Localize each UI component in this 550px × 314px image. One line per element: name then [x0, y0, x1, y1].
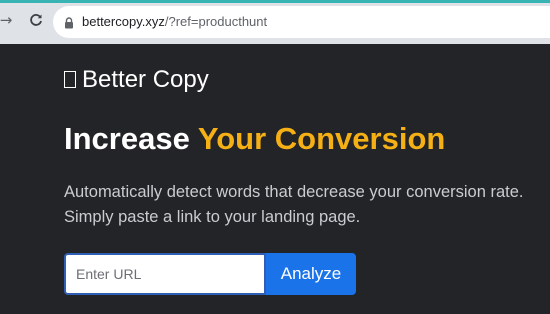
description-line-1: Automatically detect words that decrease… — [64, 183, 524, 201]
url-text[interactable]: bettercopy.xyz/?ref=producthunt — [82, 14, 267, 30]
address-bar[interactable]: bettercopy.xyz/?ref=producthunt — [53, 6, 550, 38]
analyze-button[interactable]: Analyze — [266, 253, 356, 295]
page-title: Increase Your Conversion — [64, 120, 445, 158]
url-input[interactable] — [64, 253, 266, 295]
reload-icon[interactable] — [27, 11, 45, 29]
page-description: Automatically detect words that decrease… — [64, 180, 550, 230]
headline-plain: Increase — [64, 121, 198, 156]
headline-accent: Your Conversion — [197, 121, 446, 156]
lock-icon[interactable] — [64, 16, 74, 29]
description-line-2: Simply paste a link to your landing page… — [64, 208, 361, 226]
missing-glyph-icon — [64, 71, 76, 88]
page-content: Better Copy Increase Your Conversion Aut… — [0, 44, 550, 314]
url-host: bettercopy.xyz — [82, 14, 165, 29]
forward-icon[interactable]: → — [0, 11, 15, 29]
browser-toolbar: → bettercopy.xyz/?ref=producthunt — [0, 0, 550, 44]
url-path: /?ref=producthunt — [164, 14, 268, 29]
brand-logo[interactable]: Better Copy — [64, 66, 209, 94]
window-accent-strip — [0, 0, 550, 3]
brand-name: Better Copy — [82, 66, 209, 93]
